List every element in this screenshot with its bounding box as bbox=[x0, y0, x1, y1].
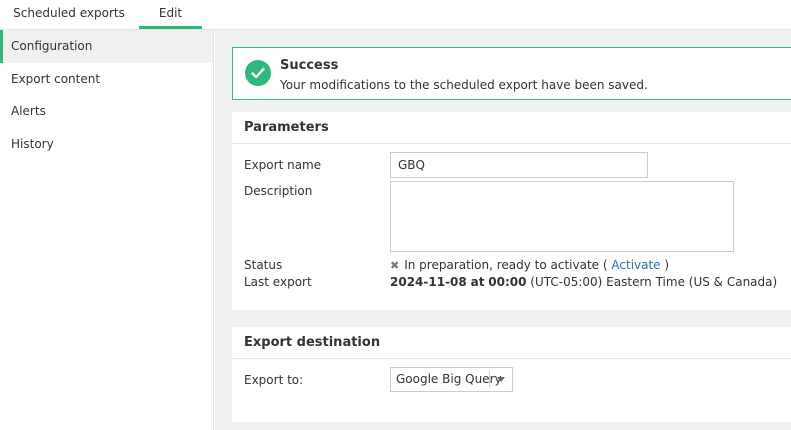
description-textarea[interactable] bbox=[390, 181, 734, 252]
export-destination-title: Export destination bbox=[244, 335, 381, 350]
tab-scheduled-exports[interactable]: Scheduled exports bbox=[0, 0, 138, 29]
alert-message: Your modifications to the scheduled expo… bbox=[280, 78, 648, 92]
sidebar-item-history[interactable]: History bbox=[0, 128, 213, 161]
sidebar-item-export-content[interactable]: Export content bbox=[0, 63, 213, 96]
last-export-timezone: (UTC-05:00) Eastern Time (US & Canada) bbox=[530, 275, 778, 289]
last-export-value: 2024-11-08 at 00:00 (UTC-05:00) Eastern … bbox=[390, 275, 777, 289]
chevron-down-icon[interactable] bbox=[497, 377, 505, 382]
divider bbox=[232, 358, 791, 359]
last-export-at: at bbox=[470, 275, 485, 289]
status-label: Status bbox=[244, 258, 283, 272]
export-name-label: Export name bbox=[244, 158, 322, 172]
description-label: Description bbox=[244, 184, 313, 198]
top-tab-bar: Scheduled exports Edit bbox=[0, 0, 791, 30]
check-circle-icon bbox=[245, 60, 271, 86]
export-to-label: Export to: bbox=[244, 373, 304, 387]
export-to-value: Google Big Query bbox=[396, 372, 502, 386]
parameters-panel: Parameters Export name Description Statu… bbox=[232, 112, 791, 310]
alert-title: Success bbox=[280, 58, 339, 73]
last-export-label: Last export bbox=[244, 275, 312, 289]
status-close: ) bbox=[664, 258, 670, 272]
success-alert: Success Your modifications to the schedu… bbox=[232, 47, 791, 100]
parameters-title: Parameters bbox=[244, 120, 329, 135]
status-text: In preparation, ready to activate ( bbox=[404, 258, 608, 272]
last-export-date: 2024-11-08 bbox=[390, 275, 467, 289]
export-destination-panel: Export destination Export to: Google Big… bbox=[232, 327, 791, 422]
export-to-select[interactable]: Google Big Query bbox=[390, 367, 513, 392]
activate-link[interactable]: Activate bbox=[611, 258, 660, 272]
sidebar: Configuration Export content Alerts Hist… bbox=[0, 30, 214, 430]
sidebar-item-configuration[interactable]: Configuration bbox=[0, 30, 213, 63]
x-icon: ✖ bbox=[390, 259, 400, 272]
last-export-time: 00:00 bbox=[488, 275, 527, 289]
main-content: Success Your modifications to the schedu… bbox=[215, 30, 791, 430]
tab-edit[interactable]: Edit bbox=[139, 0, 202, 29]
sidebar-item-alerts[interactable]: Alerts bbox=[0, 95, 213, 128]
status-value: ✖ In preparation, ready to activate ( Act… bbox=[390, 258, 669, 272]
export-name-input[interactable] bbox=[390, 152, 648, 178]
divider bbox=[232, 143, 791, 144]
select-divider bbox=[489, 371, 490, 388]
